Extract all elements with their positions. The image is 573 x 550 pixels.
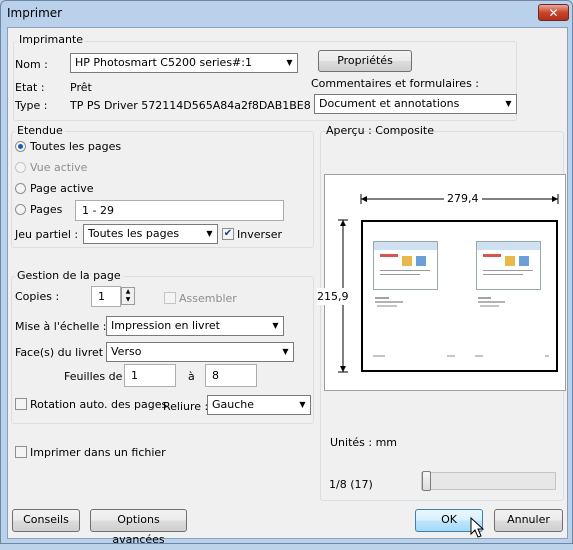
printer-state-value: Prêt [70,81,92,94]
page-text-lines [373,297,549,357]
radio-pages[interactable] [15,204,26,215]
binding-value: Gauche [212,398,255,411]
printer-name-value: HP Photosmart C5200 series#:1 [75,56,252,69]
printer-legend: Imprimante [17,33,86,46]
mouse-cursor-icon [470,517,484,538]
sheets-from-input[interactable]: 1 [124,364,176,387]
binding-label: Reliure : [163,400,209,413]
radio-active-view-label: Vue active [30,161,88,174]
window-title: Imprimer [7,6,63,20]
chevron-down-icon: ▼ [206,229,213,238]
sheets-to-input[interactable]: 8 [205,364,257,387]
subset-select[interactable]: Toutes les pages ▼ [83,224,218,244]
preview-slider-thumb[interactable] [422,471,431,491]
reverse-label: Inverser [237,228,283,241]
subset-label: Jeu partiel : [15,228,79,241]
chevron-down-icon: ▼ [282,347,289,356]
subset-value: Toutes les pages [88,227,180,240]
page-indicator: 1/8 (17) [329,478,373,491]
page-width-value: 279,4 [444,192,482,205]
preview-page [361,220,558,372]
preview-label: Aperçu : Composite [326,124,434,137]
chevron-down-icon: ▼ [272,321,279,330]
comments-label: Commentaires et formulaires : [311,77,479,90]
dialog-body: Imprimante Nom : HP Photosmart C5200 ser… [7,27,568,546]
properties-button[interactable]: Propriétés [318,50,412,72]
advanced-options-button[interactable]: Options avancées [90,509,187,546]
print-to-file-checkbox[interactable] [15,446,27,458]
printer-type-label: Type : [15,99,48,112]
page-height-value: 215,9 [317,288,349,305]
copies-label: Copies : [15,290,60,303]
comments-value: Document et annotations [319,97,460,110]
page-handling-legend: Gestion de la page [15,269,123,282]
title-bar[interactable]: Imprimer ✕ [1,1,573,25]
autorotate-label: Rotation auto. des pages [30,398,168,411]
tips-button[interactable]: Conseils [12,509,80,532]
print-to-file-label: Imprimer dans un fichier [30,446,166,459]
scaling-value: Impression en livret [111,319,220,332]
close-button[interactable]: ✕ [538,4,569,21]
booklet-faces-value: Verso [111,345,142,358]
binding-select[interactable]: Gauche ▼ [207,395,311,415]
comments-select[interactable]: Document et annotations ▼ [314,94,517,114]
scaling-select[interactable]: Impression en livret ▼ [106,316,284,336]
reverse-checkbox[interactable]: ✔ [222,228,234,240]
booklet-faces-label: Face(s) du livret : [15,346,111,359]
copies-input[interactable]: 1 [91,286,121,307]
sheets-from-label: Feuilles de [64,370,123,383]
sheets-to-label: à [188,370,195,383]
radio-all-pages[interactable] [15,141,26,152]
radio-active-page[interactable] [15,183,26,194]
booklet-faces-select[interactable]: Verso ▼ [106,342,294,362]
scaling-label: Mise à l'échelle : [15,320,107,333]
chevron-down-icon: ▼ [299,400,306,409]
chevron-down-icon: ▼ [286,58,293,67]
preview-page-slider[interactable] [421,472,556,490]
printer-name-label: Nom : [15,58,48,71]
copies-stepper[interactable]: ▲ ▼ [121,287,135,305]
preview-canvas: 279,4 215,9 [317,174,566,391]
radio-pages-label: Pages [30,203,63,216]
autorotate-checkbox[interactable] [15,398,27,410]
cancel-button[interactable]: Annuler [494,509,563,532]
collate-label: Assembler [179,292,237,305]
radio-active-page-label: Page active [30,182,94,195]
radio-all-pages-label: Toutes les pages [30,140,122,153]
printer-state-label: Etat : [15,81,45,94]
collate-checkbox [164,292,176,304]
pages-input[interactable]: 1 - 29 [75,200,284,221]
range-legend: Etendue [15,124,65,137]
printer-type-value: TP PS Driver 572114D565A84a2f8DAB1BE815E… [70,99,310,112]
radio-active-view [15,162,26,173]
printer-name-select[interactable]: HP Photosmart C5200 series#:1 ▼ [70,53,298,73]
units-label: Unités : mm [330,436,398,449]
chevron-down-icon: ▼ [505,99,512,108]
print-dialog: Imprimer ✕ Imprimante Nom : HP Photosmar… [0,0,573,546]
